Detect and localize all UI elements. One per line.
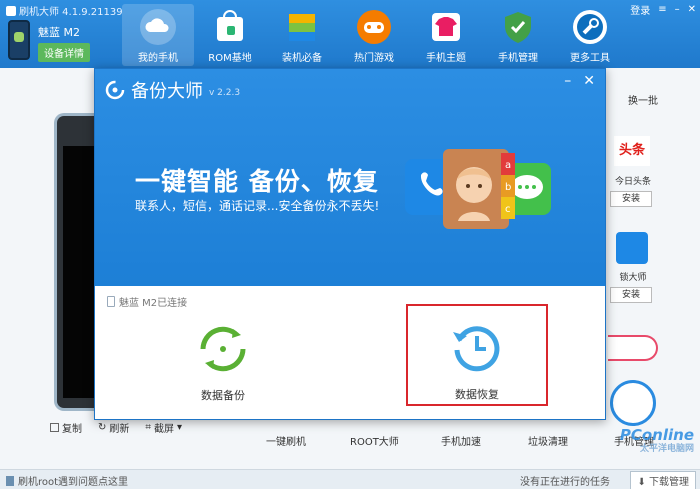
headline: 一键智能 备份、恢复 (135, 167, 379, 196)
nav-label: 手机管理 (498, 53, 538, 64)
copy-label: 复制 (62, 424, 82, 435)
nav-essentials[interactable]: 装机必备 (266, 4, 338, 66)
app-stack-icon (283, 8, 321, 46)
wrench-icon (571, 8, 609, 46)
cloud-icon (139, 8, 177, 46)
refresh-button[interactable]: ↻ 刷新 (98, 420, 129, 435)
backup-label: 数据备份 (201, 389, 245, 402)
dialog-controls: – ✕ (564, 73, 595, 89)
connection-text: 魅蓝 M2已连接 (119, 298, 188, 309)
crop-icon: ⌗ (145, 422, 152, 433)
dialog-version: v 2.2.3 (209, 88, 241, 98)
minimize-icon[interactable]: – (564, 73, 571, 89)
status-bar: 刷机root遇到问题点这里 没有正在进行的任务 ⬇ 下载管理 (0, 469, 700, 489)
download-label: 下载管理 (649, 477, 689, 488)
copy-button[interactable]: 复制 (50, 420, 82, 435)
copy-icon (50, 423, 59, 432)
nav-my-phone[interactable]: 我的手机 (122, 4, 194, 66)
contacts-illustration: a b c (405, 149, 551, 229)
recommend-panel: 换一批 头条 今日头条 安装 锁大师 安装 (606, 92, 666, 303)
device-card: 魅蓝 M2 设备详情 (6, 18, 118, 64)
search-box[interactable] (608, 335, 658, 361)
help-link[interactable]: 刷机root遇到问题点这里 (6, 473, 128, 488)
install-button[interactable]: 安装 (610, 191, 652, 207)
backup-dialog: 备份大师 v 2.2.3 – ✕ 一键智能 备份、恢复 联系人，短信，通话记录.… (94, 68, 606, 420)
android-phone-icon (8, 20, 30, 60)
subline: 联系人，短信，通话记录...安全备份永不丢失! (135, 199, 380, 213)
backup-cycle-icon (200, 326, 246, 372)
install-button[interactable]: 安装 (610, 287, 652, 303)
nav-label: 更多工具 (570, 53, 610, 64)
app-title: 刷机大师 4.1.9.21139 (6, 3, 123, 18)
data-backup-button[interactable]: 数据备份 (153, 319, 293, 403)
recommend-name: 锁大师 (619, 273, 647, 283)
recommend-name: 今日头条 (614, 177, 651, 187)
nav-label: 我的手机 (138, 53, 178, 64)
nav-games[interactable]: 热门游戏 (338, 4, 410, 66)
svg-text:a: a (505, 160, 511, 171)
nav-label: 手机主题 (426, 53, 466, 64)
nav-more-tools[interactable]: 更多工具 (554, 4, 626, 66)
device-name: 魅蓝 M2 (38, 26, 80, 39)
restore-clock-icon (453, 326, 500, 372)
window-controls: 登录 ≡ – ✕ (630, 2, 696, 17)
minimize-icon[interactable]: – (675, 4, 680, 15)
nav-label: 热门游戏 (354, 53, 394, 64)
svg-text:b: b (505, 182, 511, 193)
close-icon[interactable]: ✕ (583, 73, 595, 89)
menu-icon[interactable]: ≡ (658, 4, 666, 15)
gamepad-icon (355, 8, 393, 46)
sync-icon[interactable] (610, 380, 656, 426)
screenshot-label: 截屏 (154, 424, 175, 435)
phone-small-icon (107, 296, 115, 307)
rom-bag-icon (211, 8, 249, 46)
screenshot-button[interactable]: ⌗ 截屏 ▾ (145, 420, 182, 435)
app-title-text: 刷机大师 4.1.9.21139 (19, 7, 123, 18)
nav-label: ROM基地 (208, 53, 252, 64)
nav-themes[interactable]: 手机主题 (410, 4, 482, 66)
dialog-title: 备份大师 v 2.2.3 (105, 77, 240, 103)
svg-text:c: c (505, 204, 511, 215)
data-restore-button[interactable]: 数据恢复 (406, 304, 548, 406)
top-bar: 刷机大师 4.1.9.21139 登录 ≡ – ✕ 魅蓝 M2 设备详情 我的手… (0, 0, 700, 68)
toutiao-logo[interactable]: 头条 (614, 136, 650, 166)
nav-label: 装机必备 (282, 53, 322, 64)
tshirt-icon (427, 8, 465, 46)
task-status: 没有正在进行的任务 (520, 477, 610, 488)
download-manager-button[interactable]: ⬇ 下载管理 (630, 471, 696, 489)
quick-clean[interactable]: 垃圾清理 (528, 433, 568, 448)
refresh-batch-link[interactable]: 换一批 (606, 92, 666, 107)
dialog-banner: 备份大师 v 2.2.3 – ✕ 一键智能 备份、恢复 联系人，短信，通话记录.… (95, 69, 605, 286)
connection-status: 魅蓝 M2已连接 (107, 294, 187, 309)
phone-toolbar: 复制 ↻ 刷新 ⌗ 截屏 ▾ (50, 420, 182, 435)
lock-master-logo[interactable] (616, 232, 648, 264)
watermark: PConline 太平洋电脑网 (620, 426, 694, 454)
phone-small-icon (6, 476, 14, 486)
quick-root[interactable]: ROOT大师 (350, 433, 399, 448)
quick-speedup[interactable]: 手机加速 (441, 433, 481, 448)
nav-rom[interactable]: ROM基地 (194, 4, 266, 66)
device-details-button[interactable]: 设备详情 (38, 43, 90, 62)
help-text: 刷机root遇到问题点这里 (18, 477, 129, 488)
quick-flash[interactable]: 一键刷机 (266, 433, 306, 448)
refresh-label: 刷新 (109, 424, 130, 435)
app-logo-icon (6, 6, 16, 16)
backup-logo-icon (105, 80, 125, 100)
shield-icon (499, 8, 537, 46)
nav-manage[interactable]: 手机管理 (482, 4, 554, 66)
login-link[interactable]: 登录 (630, 2, 650, 17)
main-nav: 我的手机 ROM基地 装机必备 热门游戏 手机主题 手机管理 更多工具 (122, 4, 626, 66)
close-icon[interactable]: ✕ (688, 4, 696, 15)
restore-label: 数据恢复 (455, 388, 499, 401)
refresh-icon: ↻ (98, 422, 107, 433)
dialog-title-text: 备份大师 (131, 81, 203, 102)
